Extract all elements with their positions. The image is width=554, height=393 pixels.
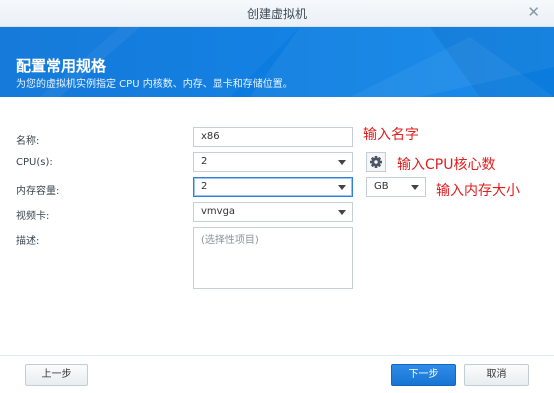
name-label: 名称: xyxy=(16,136,40,147)
cpu-annotation: 输入CPU核心数 xyxy=(397,157,496,173)
chevron-down-icon xyxy=(338,210,346,215)
description-label: 描述: xyxy=(16,236,40,247)
video-card-label: 视频卡: xyxy=(16,211,50,222)
footer-divider xyxy=(0,355,554,356)
description-textarea[interactable]: (选择性项目) xyxy=(193,227,353,289)
next-button[interactable]: 下一步 xyxy=(391,364,456,386)
close-icon[interactable]: ✕ xyxy=(527,3,540,21)
memory-label: 内存容量: xyxy=(16,186,60,197)
memory-input[interactable]: 2 xyxy=(193,177,353,197)
gear-icon xyxy=(370,156,382,168)
previous-button[interactable]: 上一步 xyxy=(25,364,88,386)
chevron-down-icon xyxy=(411,185,419,190)
memory-unit-select[interactable]: GB xyxy=(366,177,426,197)
description-placeholder: (选择性项目) xyxy=(201,235,259,246)
step-subtitle: 为您的虚拟机实例指定 CPU 内核数、内存、显卡和存储位置。 xyxy=(16,79,293,90)
title-bar: 创建虚拟机 ✕ xyxy=(0,0,554,27)
name-input-value: x86 xyxy=(201,131,220,142)
name-input[interactable]: x86 xyxy=(193,127,353,147)
cancel-button[interactable]: 取消 xyxy=(464,364,529,386)
cpu-select-value: 2 xyxy=(201,156,208,167)
step-heading: 配置常用规格 xyxy=(16,57,107,75)
cpu-settings-button[interactable] xyxy=(366,152,386,172)
chevron-down-icon xyxy=(338,160,346,165)
video-card-select[interactable]: vmvga xyxy=(193,202,353,222)
create-vm-dialog: 创建虚拟机 ✕ 配置常用规格 为您的虚拟机实例指定 CPU 内核数、内存、显卡和… xyxy=(0,0,554,393)
memory-input-value: 2 xyxy=(201,181,208,192)
window-title: 创建虚拟机 xyxy=(246,7,307,21)
cpu-select[interactable]: 2 xyxy=(193,152,353,172)
memory-unit-value: GB xyxy=(374,181,389,192)
chevron-down-icon xyxy=(338,185,346,190)
memory-annotation: 输入内存大小 xyxy=(436,183,520,199)
video-card-value: vmvga xyxy=(201,206,236,217)
cpu-label: CPU(s): xyxy=(16,157,53,168)
header-banner: 配置常用规格 为您的虚拟机实例指定 CPU 内核数、内存、显卡和存储位置。 xyxy=(0,27,554,97)
name-annotation: 输入名字 xyxy=(363,127,419,143)
